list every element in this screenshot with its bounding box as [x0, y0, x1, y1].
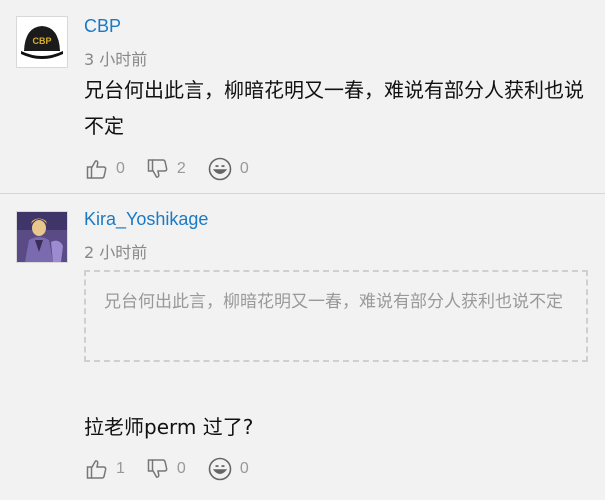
- avatar-cap-label: CBP: [32, 36, 51, 46]
- comment-actions: 1 0 0: [86, 456, 271, 482]
- reaction-icon: [208, 457, 232, 481]
- timestamp: 2 小时前: [84, 243, 148, 262]
- dislike-button[interactable]: 0: [147, 458, 186, 480]
- like-count: 1: [116, 460, 125, 477]
- like-button[interactable]: 1: [86, 458, 125, 480]
- comment-text: 拉老师perm 过了?: [84, 415, 254, 439]
- comment-text: 兄台何出此言，柳暗花明又一春，难说有部分人获利也说不定: [84, 78, 584, 138]
- comment-item: Kira_Yoshikage 2 小时前 兄台何出此言，柳暗花明又一春，难说有部…: [0, 195, 605, 500]
- dislike-count: 0: [176, 460, 186, 477]
- reaction-icon: [208, 157, 232, 181]
- reaction-button[interactable]: 0: [208, 457, 249, 481]
- reaction-count: 0: [239, 160, 249, 177]
- dislike-count: 2: [176, 160, 186, 177]
- thumbs-up-icon: [86, 458, 108, 480]
- dislike-button[interactable]: 2: [147, 158, 186, 180]
- avatar[interactable]: CBP: [16, 16, 68, 68]
- comment-item: CBP CBP 3 小时前 兄台何出此言，柳暗花明又一春，难说有部分人获利也说不…: [0, 0, 605, 193]
- reaction-button[interactable]: 0: [208, 157, 249, 181]
- like-button[interactable]: 0: [86, 158, 125, 180]
- reaction-count: 0: [239, 460, 249, 477]
- comment-actions: 0 2 0: [86, 156, 271, 182]
- thumbs-down-icon: [147, 458, 169, 480]
- quoted-reply: 兄台何出此言，柳暗花明又一春，难说有部分人获利也说不定: [84, 270, 588, 362]
- timestamp: 3 小时前: [84, 50, 148, 69]
- username-link[interactable]: Kira_Yoshikage: [84, 209, 208, 230]
- thumbs-up-icon: [86, 158, 108, 180]
- like-count: 0: [116, 160, 125, 177]
- thumbs-down-icon: [147, 158, 169, 180]
- username-link[interactable]: CBP: [84, 16, 121, 37]
- avatar[interactable]: [16, 211, 68, 263]
- comment-divider: [0, 193, 605, 194]
